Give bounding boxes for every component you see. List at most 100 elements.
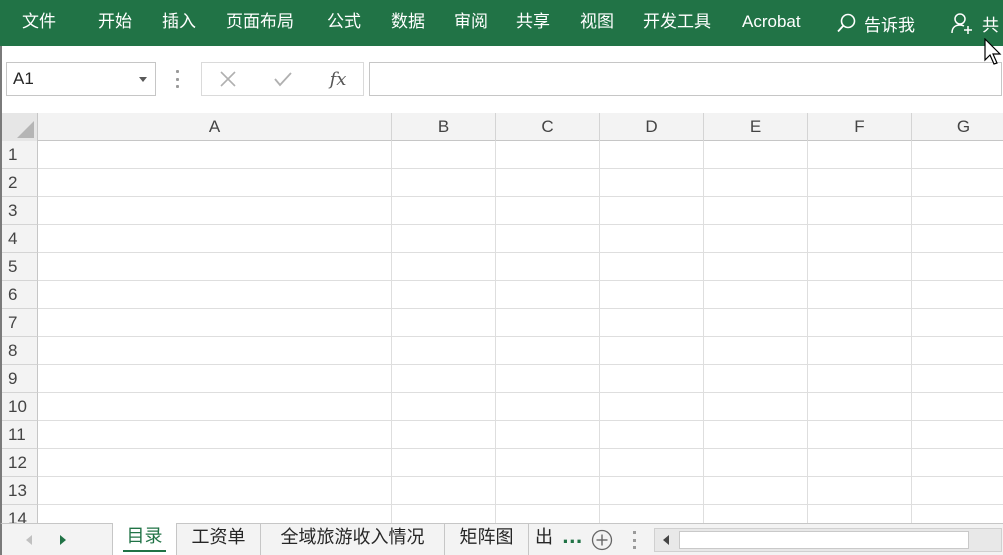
cell-c9[interactable] xyxy=(496,365,600,393)
column-header-g[interactable]: G xyxy=(912,113,1003,141)
cell-g7[interactable] xyxy=(912,309,1003,337)
cell-g14[interactable] xyxy=(912,505,1003,523)
cell-g9[interactable] xyxy=(912,365,1003,393)
cell-f9[interactable] xyxy=(808,365,912,393)
cell-c3[interactable] xyxy=(496,197,600,225)
cell-d14[interactable] xyxy=(600,505,704,523)
cell-b12[interactable] xyxy=(392,449,496,477)
sheet-tab-matrix[interactable]: 矩阵图 xyxy=(445,524,529,555)
cell-b2[interactable] xyxy=(392,169,496,197)
row-header-12[interactable]: 12 xyxy=(2,449,38,477)
tell-me-search[interactable]: 告诉我 xyxy=(836,0,915,46)
row-header-14[interactable]: 14 xyxy=(2,505,38,523)
cell-b6[interactable] xyxy=(392,281,496,309)
cell-b13[interactable] xyxy=(392,477,496,505)
cell-g10[interactable] xyxy=(912,393,1003,421)
next-sheet-icon[interactable] xyxy=(60,535,66,545)
tab-share[interactable]: 共享 xyxy=(516,0,550,46)
prev-sheet-icon[interactable] xyxy=(26,535,32,545)
cell-c13[interactable] xyxy=(496,477,600,505)
cell-c4[interactable] xyxy=(496,225,600,253)
cell-b4[interactable] xyxy=(392,225,496,253)
insert-function-button[interactable]: fx xyxy=(318,63,358,95)
cell-d7[interactable] xyxy=(600,309,704,337)
cell-f10[interactable] xyxy=(808,393,912,421)
cell-a4[interactable] xyxy=(38,225,392,253)
cell-e1[interactable] xyxy=(704,141,808,169)
cell-a3[interactable] xyxy=(38,197,392,225)
horizontal-scrollbar[interactable] xyxy=(654,528,1002,552)
select-all-button[interactable] xyxy=(2,113,38,141)
cell-g2[interactable] xyxy=(912,169,1003,197)
cell-c7[interactable] xyxy=(496,309,600,337)
worksheet-grid[interactable]: ABCDEFG 1 2 3 4 5 6 7 8 9 10 11 12 13 14 xyxy=(0,113,1003,523)
sheet-tab-mulu[interactable]: 目录 xyxy=(112,523,177,555)
cell-g13[interactable] xyxy=(912,477,1003,505)
cell-d2[interactable] xyxy=(600,169,704,197)
cell-e11[interactable] xyxy=(704,421,808,449)
cell-f12[interactable] xyxy=(808,449,912,477)
tab-developer[interactable]: 开发工具 xyxy=(643,0,711,46)
cell-c2[interactable] xyxy=(496,169,600,197)
cell-d4[interactable] xyxy=(600,225,704,253)
row-header-3[interactable]: 3 xyxy=(2,197,38,225)
cell-g12[interactable] xyxy=(912,449,1003,477)
row-header-6[interactable]: 6 xyxy=(2,281,38,309)
enter-button[interactable] xyxy=(263,63,303,95)
cell-b9[interactable] xyxy=(392,365,496,393)
cell-f6[interactable] xyxy=(808,281,912,309)
cell-f11[interactable] xyxy=(808,421,912,449)
cell-c11[interactable] xyxy=(496,421,600,449)
tab-data[interactable]: 数据 xyxy=(391,0,425,46)
row-header-4[interactable]: 4 xyxy=(2,225,38,253)
tab-view[interactable]: 视图 xyxy=(580,0,614,46)
column-header-e[interactable]: E xyxy=(704,113,808,141)
cell-f14[interactable] xyxy=(808,505,912,523)
cell-a14[interactable] xyxy=(38,505,392,523)
cell-d9[interactable] xyxy=(600,365,704,393)
tab-split-handle[interactable] xyxy=(633,531,636,549)
cell-d1[interactable] xyxy=(600,141,704,169)
cell-a2[interactable] xyxy=(38,169,392,197)
cancel-button[interactable] xyxy=(208,63,248,95)
cell-f7[interactable] xyxy=(808,309,912,337)
cell-a7[interactable] xyxy=(38,309,392,337)
row-header-8[interactable]: 8 xyxy=(2,337,38,365)
cell-f5[interactable] xyxy=(808,253,912,281)
cell-d13[interactable] xyxy=(600,477,704,505)
cell-f1[interactable] xyxy=(808,141,912,169)
cell-e13[interactable] xyxy=(704,477,808,505)
cell-c10[interactable] xyxy=(496,393,600,421)
cell-c6[interactable] xyxy=(496,281,600,309)
cell-a1[interactable] xyxy=(38,141,392,169)
row-header-2[interactable]: 2 xyxy=(2,169,38,197)
scroll-left-icon[interactable] xyxy=(655,529,677,551)
sheet-tab-payroll[interactable]: 工资单 xyxy=(177,524,261,555)
resize-handle[interactable] xyxy=(176,70,180,88)
column-header-d[interactable]: D xyxy=(600,113,704,141)
cell-b7[interactable] xyxy=(392,309,496,337)
cell-f13[interactable] xyxy=(808,477,912,505)
cell-e3[interactable] xyxy=(704,197,808,225)
cell-c12[interactable] xyxy=(496,449,600,477)
cell-e2[interactable] xyxy=(704,169,808,197)
cell-b8[interactable] xyxy=(392,337,496,365)
cell-d6[interactable] xyxy=(600,281,704,309)
cell-c1[interactable] xyxy=(496,141,600,169)
scrollbar-thumb[interactable] xyxy=(679,531,969,549)
tab-page-layout[interactable]: 页面布局 xyxy=(226,0,294,46)
cell-f2[interactable] xyxy=(808,169,912,197)
cell-f3[interactable] xyxy=(808,197,912,225)
row-header-13[interactable]: 13 xyxy=(2,477,38,505)
cell-a5[interactable] xyxy=(38,253,392,281)
tab-insert[interactable]: 插入 xyxy=(162,0,196,46)
cell-f8[interactable] xyxy=(808,337,912,365)
tab-file[interactable]: 文件 xyxy=(22,0,56,46)
cell-b5[interactable] xyxy=(392,253,496,281)
more-sheets-button[interactable]: ... xyxy=(562,524,583,555)
cell-c14[interactable] xyxy=(496,505,600,523)
cell-g5[interactable] xyxy=(912,253,1003,281)
cell-d11[interactable] xyxy=(600,421,704,449)
cell-e9[interactable] xyxy=(704,365,808,393)
cell-e14[interactable] xyxy=(704,505,808,523)
